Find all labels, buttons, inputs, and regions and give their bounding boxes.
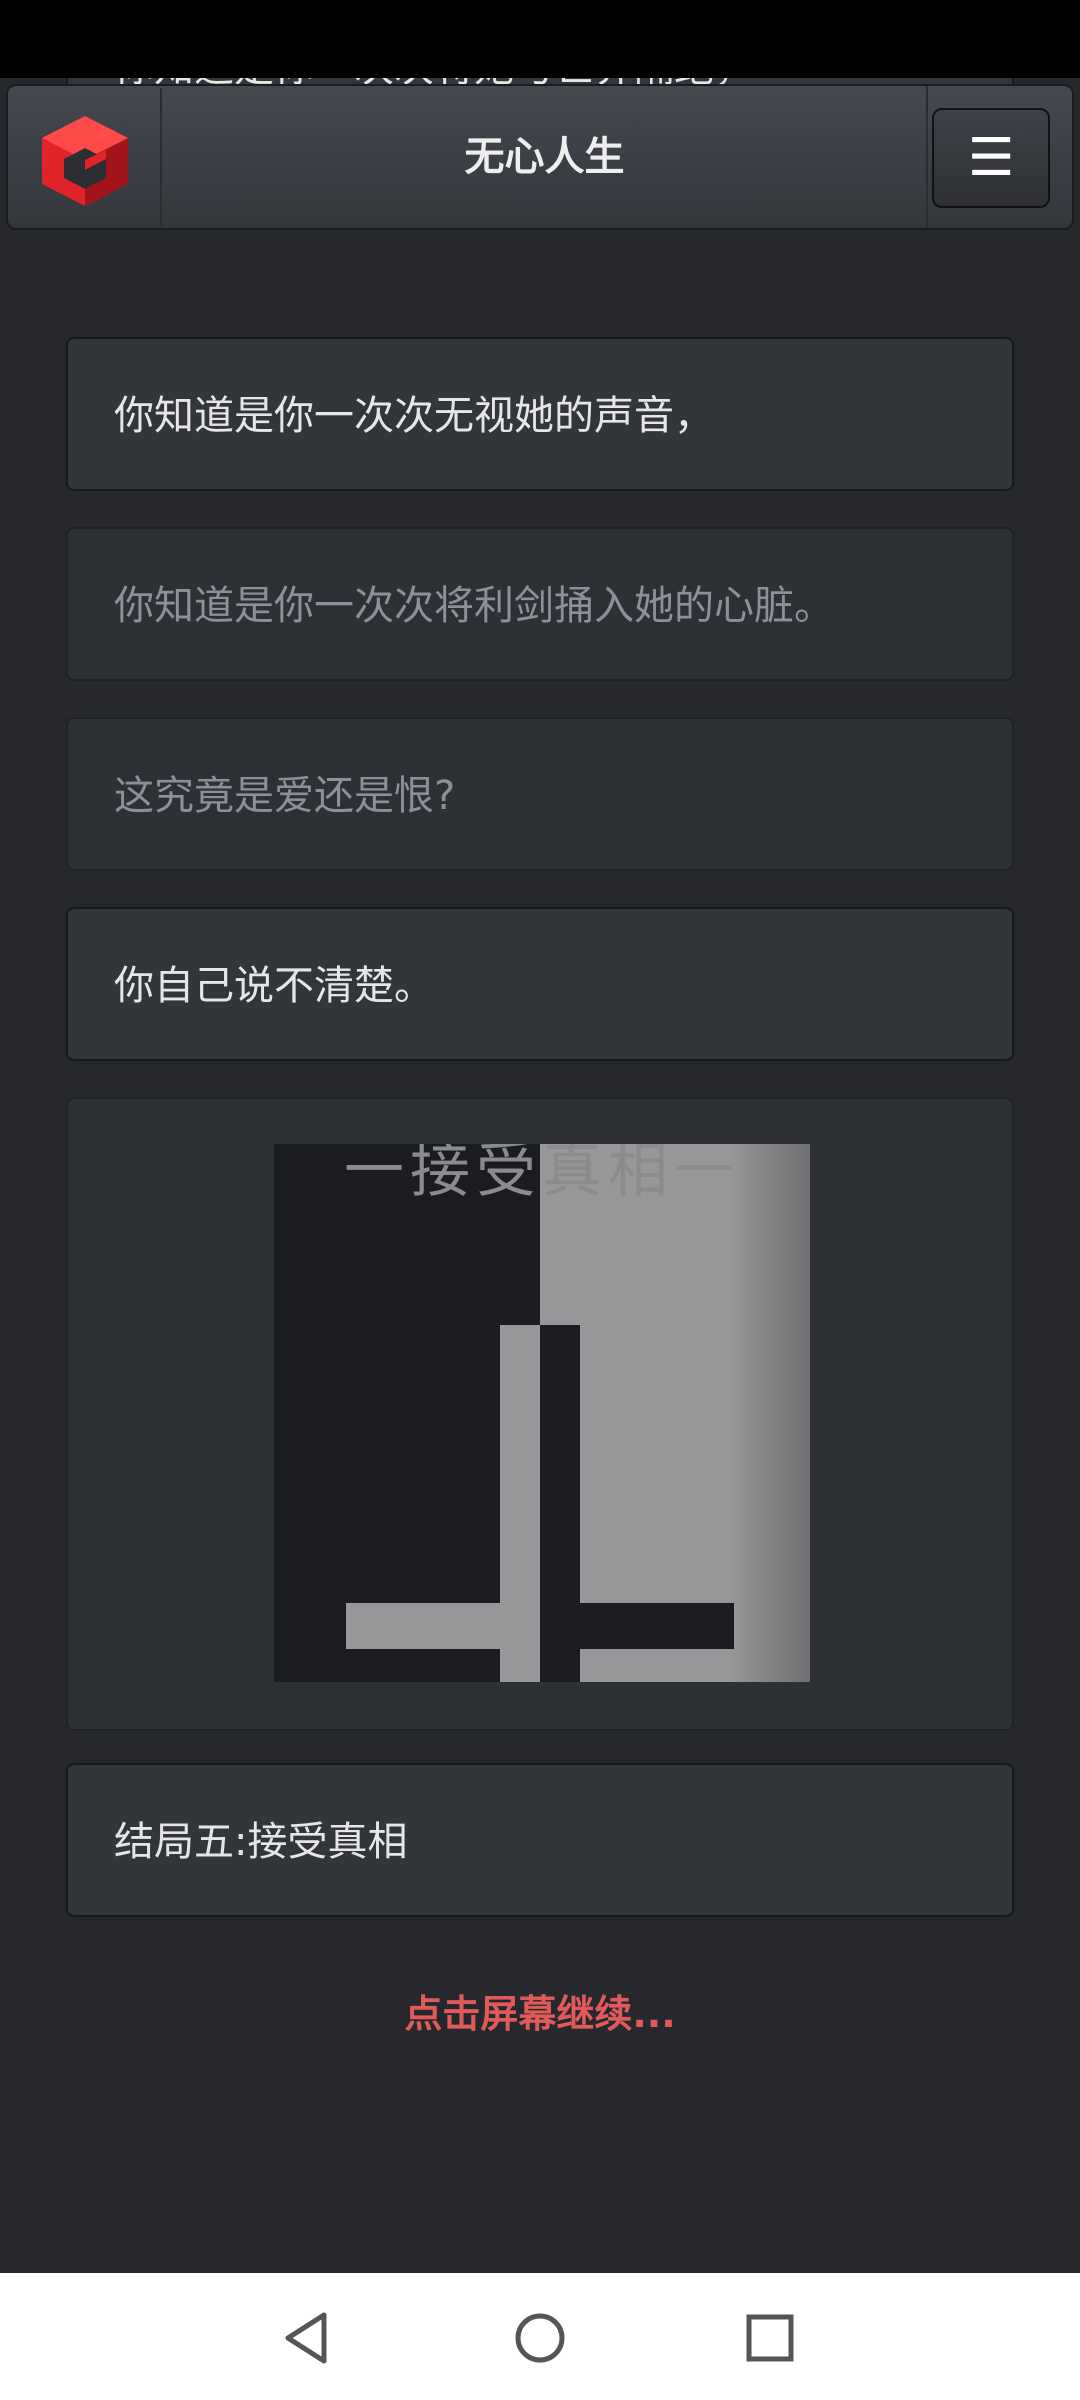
story-line-3: 这究竟是爱还是恨? <box>66 717 1014 871</box>
story-line-text: 你自己说不清楚。 <box>114 963 434 1009</box>
illustration-caption: 一接受真相一 <box>344 1144 740 1206</box>
page-title: 无心人生 <box>163 86 928 228</box>
illustration-light-half <box>540 1144 810 1682</box>
illustration-bar-light <box>500 1325 540 1682</box>
continue-prompt[interactable]: 点击屏幕继续... <box>0 1983 1080 2038</box>
back-triangle-icon[interactable] <box>272 2303 342 2373</box>
story-content[interactable]: 你知道是你一次次将她与世界隔绝， 你知道是你一次次无视她的声音， 你知道是你一次… <box>0 78 1080 2273</box>
ending-illustration: 一接受真相一 <box>274 1144 810 1682</box>
status-bar <box>0 0 1080 78</box>
cube-logo-icon <box>42 116 128 206</box>
story-line-text: 你知道是你一次次将利剑捅入她的心脏。 <box>114 583 834 629</box>
story-line-1: 你知道是你一次次无视她的声音， <box>66 337 1014 491</box>
recents-square-icon[interactable] <box>735 2303 805 2373</box>
illustration-arm-light <box>346 1603 500 1649</box>
menu-button[interactable]: ☰ <box>932 108 1050 208</box>
story-line-text: 这究竟是爱还是恨? <box>114 773 456 819</box>
hamburger-menu-icon: ☰ <box>967 128 1015 188</box>
home-circle-icon[interactable] <box>505 2303 575 2373</box>
story-line-text: 你知道是你一次次无视她的声音， <box>114 393 714 439</box>
story-line-4: 你自己说不清楚。 <box>66 907 1014 1061</box>
illustration-bar-dark <box>540 1325 580 1682</box>
system-nav-bar <box>0 2273 1080 2400</box>
story-line-2: 你知道是你一次次将利剑捅入她的心脏。 <box>66 527 1014 681</box>
ending-label-card: 结局五:接受真相 <box>66 1763 1014 1917</box>
illustration-arm-dark <box>580 1603 734 1649</box>
ending-label: 结局五:接受真相 <box>114 1819 408 1865</box>
logo-button[interactable] <box>10 88 162 226</box>
app-header: 无心人生 ☰ <box>6 84 1074 230</box>
